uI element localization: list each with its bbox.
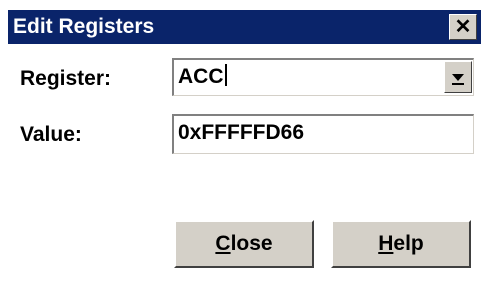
register-combobox[interactable]: ACC [172,58,474,96]
title-close-button[interactable]: ✕ [449,14,477,40]
dropdown-arrow-underline [452,83,464,85]
help-button[interactable]: Help [331,220,471,268]
close-button[interactable]: Close [174,220,314,268]
dialog-title: Edit Registers [13,15,155,38]
edit-registers-dialog: Edit Registers ✕ Register: ACC Value: 0x… [0,0,481,282]
help-button-label: Help [378,232,424,255]
close-button-label: Close [215,232,273,255]
title-bar[interactable]: Edit Registers ✕ [8,10,481,44]
value-input[interactable]: 0xFFFFFD66 [172,114,474,154]
text-caret [224,64,227,86]
value-text: 0xFFFFFD66 [178,121,305,144]
chevron-down-icon [452,74,464,81]
register-value: ACC [178,64,227,90]
register-label: Register: [20,67,112,90]
close-icon: ✕ [454,16,472,38]
register-dropdown-button[interactable] [444,61,472,93]
value-label: Value: [20,123,82,146]
